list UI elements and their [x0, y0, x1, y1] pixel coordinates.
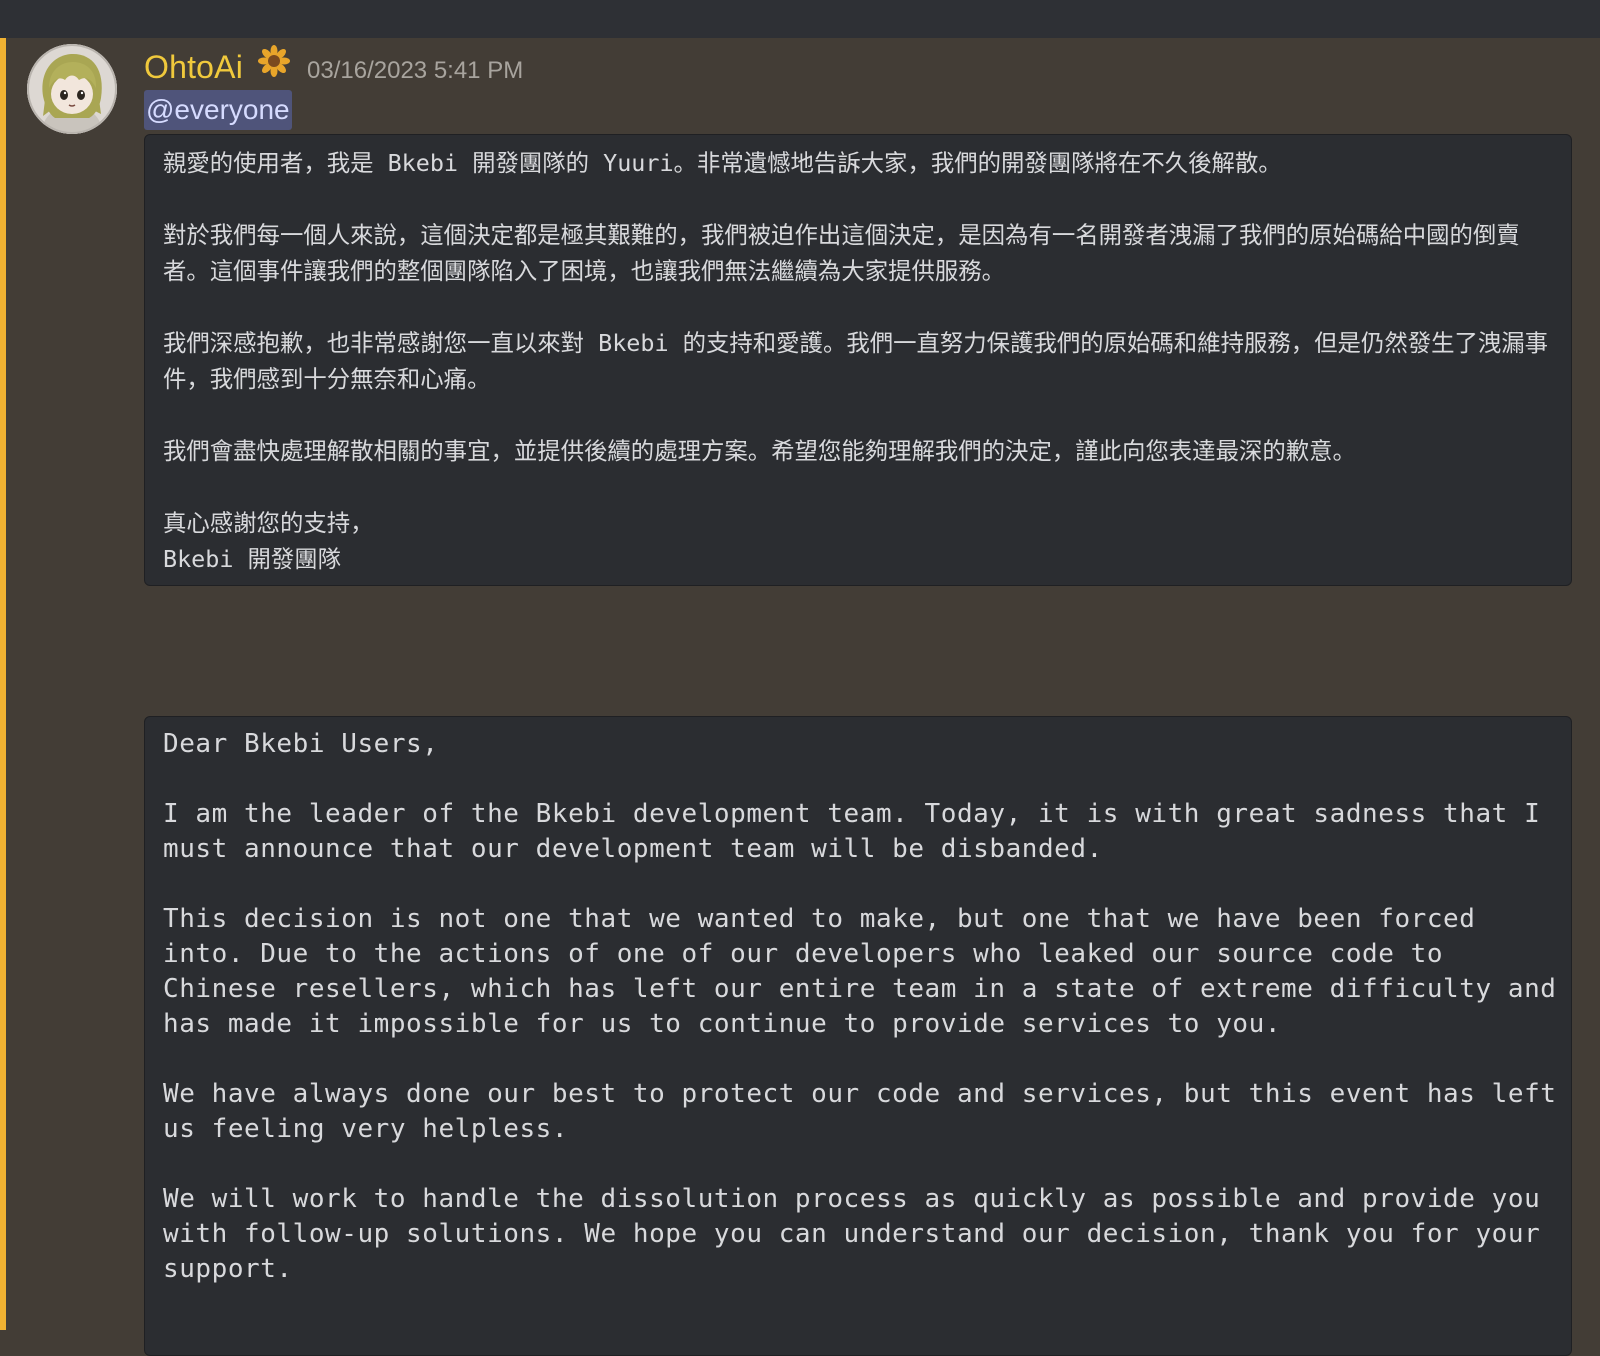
- chinese-paragraph: 我們會盡快處理解散相關的事宜，並提供後續的處理方案。希望您能夠理解我們的決定，謹…: [163, 437, 1356, 465]
- anime-avatar-icon: [27, 44, 117, 134]
- avatar[interactable]: [27, 44, 117, 134]
- english-code-text: Dear Bkebi Users, I am the leader of the…: [163, 727, 1565, 1287]
- english-paragraph: I am the leader of the Bkebi development…: [163, 799, 1557, 864]
- english-paragraph: We have always done our best to protect …: [163, 1079, 1573, 1144]
- everyone-mention[interactable]: @everyone: [144, 90, 292, 130]
- chinese-code-block: 親愛的使用者，我是 Bkebi 開發團隊的 Yuuri。非常遺憾地告訴大家，我們…: [144, 134, 1572, 586]
- sunflower-icon: [257, 44, 291, 78]
- username[interactable]: OhtoAi: [144, 49, 243, 86]
- chinese-paragraph: 對於我們每一個人來說，這個決定都是極其艱難的，我們被迫作出這個決定，是因為有一名…: [163, 221, 1520, 285]
- chinese-paragraph: 親愛的使用者，我是 Bkebi 開發團隊的 Yuuri。非常遺憾地告訴大家，我們…: [163, 149, 1282, 177]
- english-code-block: Dear Bkebi Users, I am the leader of the…: [144, 716, 1572, 1356]
- english-paragraph: This decision is not one that we wanted …: [163, 904, 1573, 1039]
- channel-header-bar: [0, 0, 1600, 38]
- english-paragraph: We will work to handle the dissolution p…: [163, 1184, 1557, 1284]
- chinese-signature: 真心感謝您的支持， Bkebi 開發團隊: [163, 509, 374, 573]
- chinese-paragraph: 我們深感抱歉，也非常感謝您一直以來對 Bkebi 的支持和愛護。我們一直努力保護…: [163, 329, 1549, 393]
- message-timestamp[interactable]: 03/16/2023 5:41 PM: [307, 57, 523, 85]
- message-header: OhtoAi 03/16/2023 5:41 PM: [144, 44, 523, 90]
- english-paragraph: Dear Bkebi Users,: [163, 729, 439, 759]
- chinese-code-text: 親愛的使用者，我是 Bkebi 開發團隊的 Yuuri。非常遺憾地告訴大家，我們…: [163, 145, 1565, 577]
- mention-highlight-bar: [0, 38, 6, 1330]
